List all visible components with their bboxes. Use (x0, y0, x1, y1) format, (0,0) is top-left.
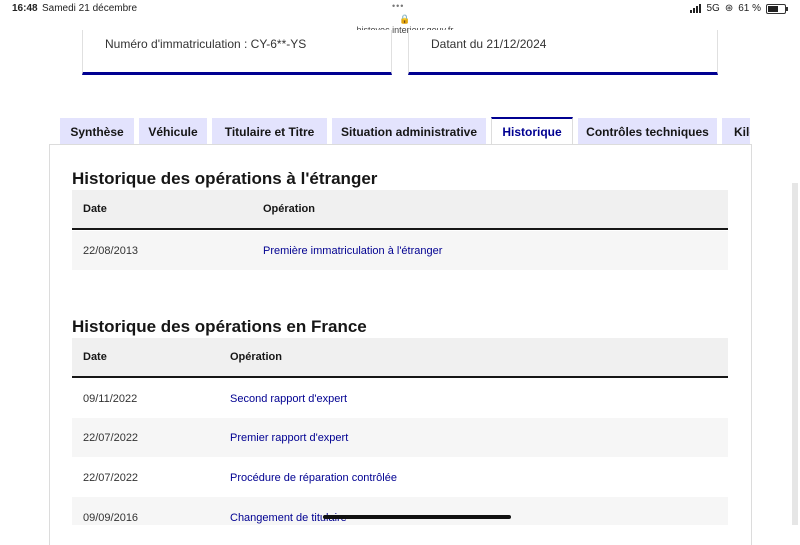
tab-situation-administrative[interactable]: Situation administrative (332, 118, 486, 145)
registration-number: Numéro d'immatriculation : CY-6**-YS (105, 37, 307, 51)
home-indicator[interactable] (323, 515, 511, 519)
row-operation: Première immatriculation à l'étranger (263, 244, 443, 257)
report-date-card: Datant du 21/12/2024 (408, 30, 718, 75)
battery-fill (768, 5, 778, 12)
section-title-france: Historique des opérations en France (72, 317, 367, 336)
row-operation: Premier rapport d'expert (230, 431, 349, 444)
tab-vehicule[interactable]: Véhicule (139, 118, 207, 145)
tab-historique[interactable]: Historique (491, 117, 573, 145)
table-row: 22/07/2022 Premier rapport d'expert (72, 418, 728, 457)
row-date: 22/07/2022 (83, 431, 139, 444)
tab-kilometrage[interactable]: Kilo (722, 118, 750, 145)
registration-card: Numéro d'immatriculation : CY-6**-YS (82, 30, 392, 75)
page-scrollbar[interactable] (792, 183, 798, 525)
multitask-dots-icon[interactable]: ••• (392, 1, 404, 11)
tab-bar: Synthèse Véhicule Titulaire et Titre Sit… (60, 117, 750, 145)
rotation-lock-icon: ⊛ (724, 3, 734, 14)
section-title-etranger: Historique des opérations à l'étranger (72, 169, 378, 188)
tab-titulaire[interactable]: Titulaire et Titre (212, 118, 327, 145)
row-operation: Second rapport d'expert (230, 392, 348, 405)
table-row: 09/11/2022 Second rapport d'expert (72, 379, 728, 418)
network-label: 5G (706, 3, 720, 14)
column-header-date: Date (83, 203, 107, 215)
column-header-operation: Opération (230, 351, 282, 363)
row-date: 09/09/2016 (83, 512, 139, 524)
table-row: 22/08/2013 Première immatriculation à l'… (72, 231, 728, 270)
lock-icon: 🔒 (399, 14, 411, 24)
column-header-operation: Opération (263, 203, 315, 215)
ios-status-bar: 16:48 Samedi 21 décembre ••• 🔒 histovec.… (0, 0, 800, 35)
tab-controles-techniques[interactable]: Contrôles techniques (578, 118, 717, 145)
signal-icon (690, 4, 702, 13)
row-operation: Procédure de réparation contrôlée (230, 471, 397, 484)
table-header-etranger: Date Opération (72, 190, 728, 230)
tab-synthese[interactable]: Synthèse (60, 118, 134, 145)
status-time: 16:48 (12, 3, 38, 14)
battery-percent: 61 % (738, 3, 761, 14)
table-header-france: Date Opération (72, 338, 728, 378)
battery-icon (766, 3, 788, 14)
row-date: 22/08/2013 (83, 244, 139, 257)
table-row: 22/07/2022 Procédure de réparation contr… (72, 458, 728, 497)
row-date: 09/11/2022 (83, 392, 138, 405)
report-date: Datant du 21/12/2024 (431, 37, 547, 51)
column-header-date: Date (83, 351, 107, 363)
row-date: 22/07/2022 (83, 471, 139, 484)
status-indicators: 5G ⊛ 61 % (690, 3, 788, 14)
table-row: 09/09/2016 Changement de titulaire (72, 497, 728, 525)
status-date: Samedi 21 décembre (42, 3, 138, 14)
